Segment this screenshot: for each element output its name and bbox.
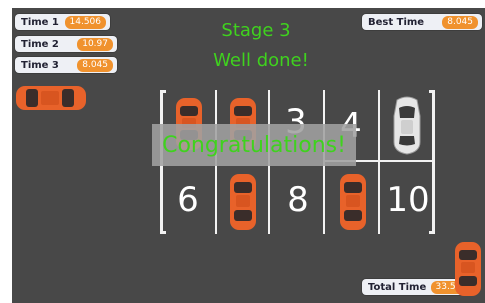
stage-title: Stage 3: [221, 20, 291, 41]
parking-line: [160, 231, 166, 234]
time3-label: Time 3: [21, 59, 59, 71]
time1-label: Time 1: [21, 16, 59, 28]
best-time-badge: Best Time 8.045: [362, 14, 482, 30]
slot-number-10: 10: [386, 180, 430, 220]
time1-value: 14.506: [64, 15, 106, 29]
best-time-value: 8.045: [442, 15, 478, 29]
time1-badge: Time 1 14.506: [15, 14, 110, 30]
orange-car: [340, 174, 366, 230]
white-car: [393, 96, 421, 155]
parking-line: [429, 90, 435, 93]
parking-line: [160, 90, 166, 93]
best-time-label: Best Time: [368, 16, 425, 28]
time3-badge: Time 3 8.045: [15, 57, 117, 73]
congratulations-banner: Congratulations!: [152, 124, 356, 166]
orange-car-right: [455, 242, 481, 296]
slot-number-6: 6: [177, 180, 199, 220]
slot-number-8: 8: [287, 180, 309, 220]
parking-line: [429, 231, 435, 234]
time2-value: 10.97: [77, 37, 113, 51]
congratulations-text: Congratulations!: [162, 132, 346, 158]
orange-car: [230, 174, 256, 230]
time2-badge: Time 2 10.97: [15, 36, 117, 52]
orange-car-left: [16, 86, 86, 110]
time2-label: Time 2: [21, 38, 59, 50]
well-done-text: Well done!: [213, 50, 309, 71]
total-time-label: Total Time: [368, 281, 427, 293]
time3-value: 8.045: [77, 58, 113, 72]
